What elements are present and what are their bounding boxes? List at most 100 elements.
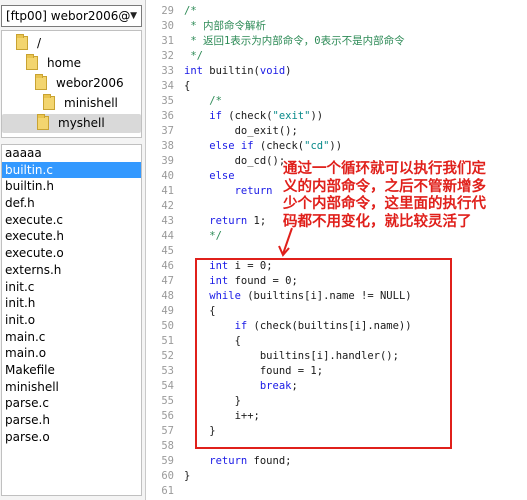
folder-icon	[37, 114, 49, 130]
code-line: 45	[146, 244, 184, 259]
dir-item-label: /	[37, 36, 42, 50]
line-number: 52	[161, 350, 174, 362]
line-number: 35	[161, 95, 174, 107]
file-item[interactable]: aaaaa	[2, 145, 141, 162]
line-number: 36	[161, 110, 174, 122]
code-token: builtin(	[202, 65, 260, 77]
code-token: "exit"	[272, 110, 311, 122]
dir-item-label: webor2006	[56, 76, 124, 90]
code-token: do_cd();	[184, 155, 286, 167]
line-number: 60	[161, 470, 174, 482]
server-selector[interactable]: [ftp00] webor2006@ ▼	[1, 5, 142, 27]
code-token: void	[259, 65, 286, 77]
file-item[interactable]: init.h	[2, 295, 141, 312]
file-item[interactable]: builtin.c	[2, 161, 141, 179]
dir-item-home[interactable]: home	[26, 54, 81, 73]
code-line: 40 else	[146, 169, 235, 184]
folder-icon	[35, 74, 47, 90]
annotation-line: 义的内部命令，之后不管新增多	[283, 178, 486, 195]
code-token: else	[184, 170, 235, 182]
code-line: 42	[146, 199, 184, 214]
line-number: 53	[161, 365, 174, 377]
code-token: */	[184, 230, 222, 242]
dir-item-myshell[interactable]: myshell	[2, 114, 141, 133]
file-item[interactable]: execute.c	[2, 212, 141, 229]
line-number: 29	[161, 5, 174, 17]
file-item[interactable]: externs.h	[2, 262, 141, 279]
file-item[interactable]: parse.h	[2, 412, 141, 429]
sidebar: [ftp00] webor2006@ ▼ / home webor2006 minis…	[0, 0, 146, 500]
code-line: 59 return found;	[146, 454, 291, 469]
code-line: 43 return 1;	[146, 214, 266, 229]
code-token: (check(	[253, 140, 305, 152]
code-line: 36 if (check("exit"))	[146, 109, 323, 124]
code-line: 41 return	[146, 184, 273, 199]
code-line: 39 do_cd();	[146, 154, 285, 169]
line-number: 59	[161, 455, 174, 467]
code-token: }	[184, 470, 191, 482]
code-line: 29 /*	[146, 4, 196, 19]
file-item[interactable]: main.o	[2, 345, 141, 362]
server-selector-label: [ftp00] webor2006@	[6, 9, 131, 23]
line-number: 39	[161, 155, 174, 167]
code-token: */	[184, 50, 203, 62]
code-line: 58	[146, 439, 184, 454]
file-item[interactable]: init.c	[2, 279, 141, 296]
line-number: 58	[161, 440, 174, 452]
line-number: 55	[161, 395, 174, 407]
code-token: return	[184, 215, 248, 227]
line-number: 56	[161, 410, 174, 422]
line-number: 50	[161, 320, 174, 332]
dir-item-webor2006[interactable]: webor2006	[35, 74, 124, 93]
file-item[interactable]: parse.o	[2, 429, 141, 446]
file-item[interactable]: builtin.h	[2, 178, 141, 195]
file-item[interactable]: Makefile	[2, 362, 141, 379]
line-number: 31	[161, 35, 174, 47]
folder-icon	[26, 54, 38, 70]
code-token: int	[184, 65, 203, 77]
code-line: 30 * 内部命令解析	[146, 19, 266, 34]
line-number: 37	[161, 125, 174, 137]
code-token: * 内部命令解析	[184, 20, 266, 32]
dir-item-root[interactable]: /	[16, 34, 41, 53]
file-item[interactable]: init.o	[2, 312, 141, 329]
code-token: return	[184, 455, 248, 467]
file-item[interactable]: parse.c	[2, 395, 141, 412]
dir-item-label: myshell	[58, 116, 105, 130]
file-item[interactable]: minishell	[2, 379, 141, 396]
dir-item-minishell[interactable]: minishell	[43, 94, 118, 113]
code-line: 34 {	[146, 79, 190, 94]
code-token: * 返回1表示为内部命令，0表示不是内部命令	[184, 35, 405, 47]
line-number: 38	[161, 140, 174, 152]
highlight-box	[195, 258, 452, 449]
code-token: {	[184, 80, 191, 92]
file-item[interactable]: main.c	[2, 329, 141, 346]
line-number: 34	[161, 80, 174, 92]
code-token: return	[184, 185, 273, 197]
chevron-down-icon[interactable]: ▼	[130, 6, 137, 26]
code-token: )	[285, 65, 292, 77]
line-number: 41	[161, 185, 174, 197]
code-token: 1;	[247, 215, 267, 227]
file-item[interactable]: execute.h	[2, 228, 141, 245]
file-list: aaaaa builtin.c builtin.h def.h execute.c exe…	[1, 144, 142, 496]
annotation-note: 通过一个循环就可以执行我们定 义的内部命令，之后不管新增多 少个内部命令，这里面的执…	[283, 161, 527, 231]
code-token: ))	[329, 140, 343, 152]
file-item[interactable]: def.h	[2, 195, 141, 212]
line-number: 33	[161, 65, 174, 77]
code-line: 60}	[146, 469, 190, 484]
line-number: 48	[161, 290, 174, 302]
line-number: 57	[161, 425, 174, 437]
code-line: 35 /*	[146, 94, 222, 109]
file-item[interactable]: execute.o	[2, 245, 141, 262]
folder-icon	[43, 94, 55, 110]
code-token: (check(	[221, 110, 273, 122]
code-line: 37 do_exit();	[146, 124, 298, 139]
code-token: else if	[184, 140, 254, 152]
line-number: 43	[161, 215, 174, 227]
code-line: 32 */	[146, 49, 203, 64]
line-number: 47	[161, 275, 174, 287]
folder-icon	[16, 34, 28, 50]
code-token: do_exit();	[184, 125, 298, 137]
code-token: "cd"	[304, 140, 330, 152]
